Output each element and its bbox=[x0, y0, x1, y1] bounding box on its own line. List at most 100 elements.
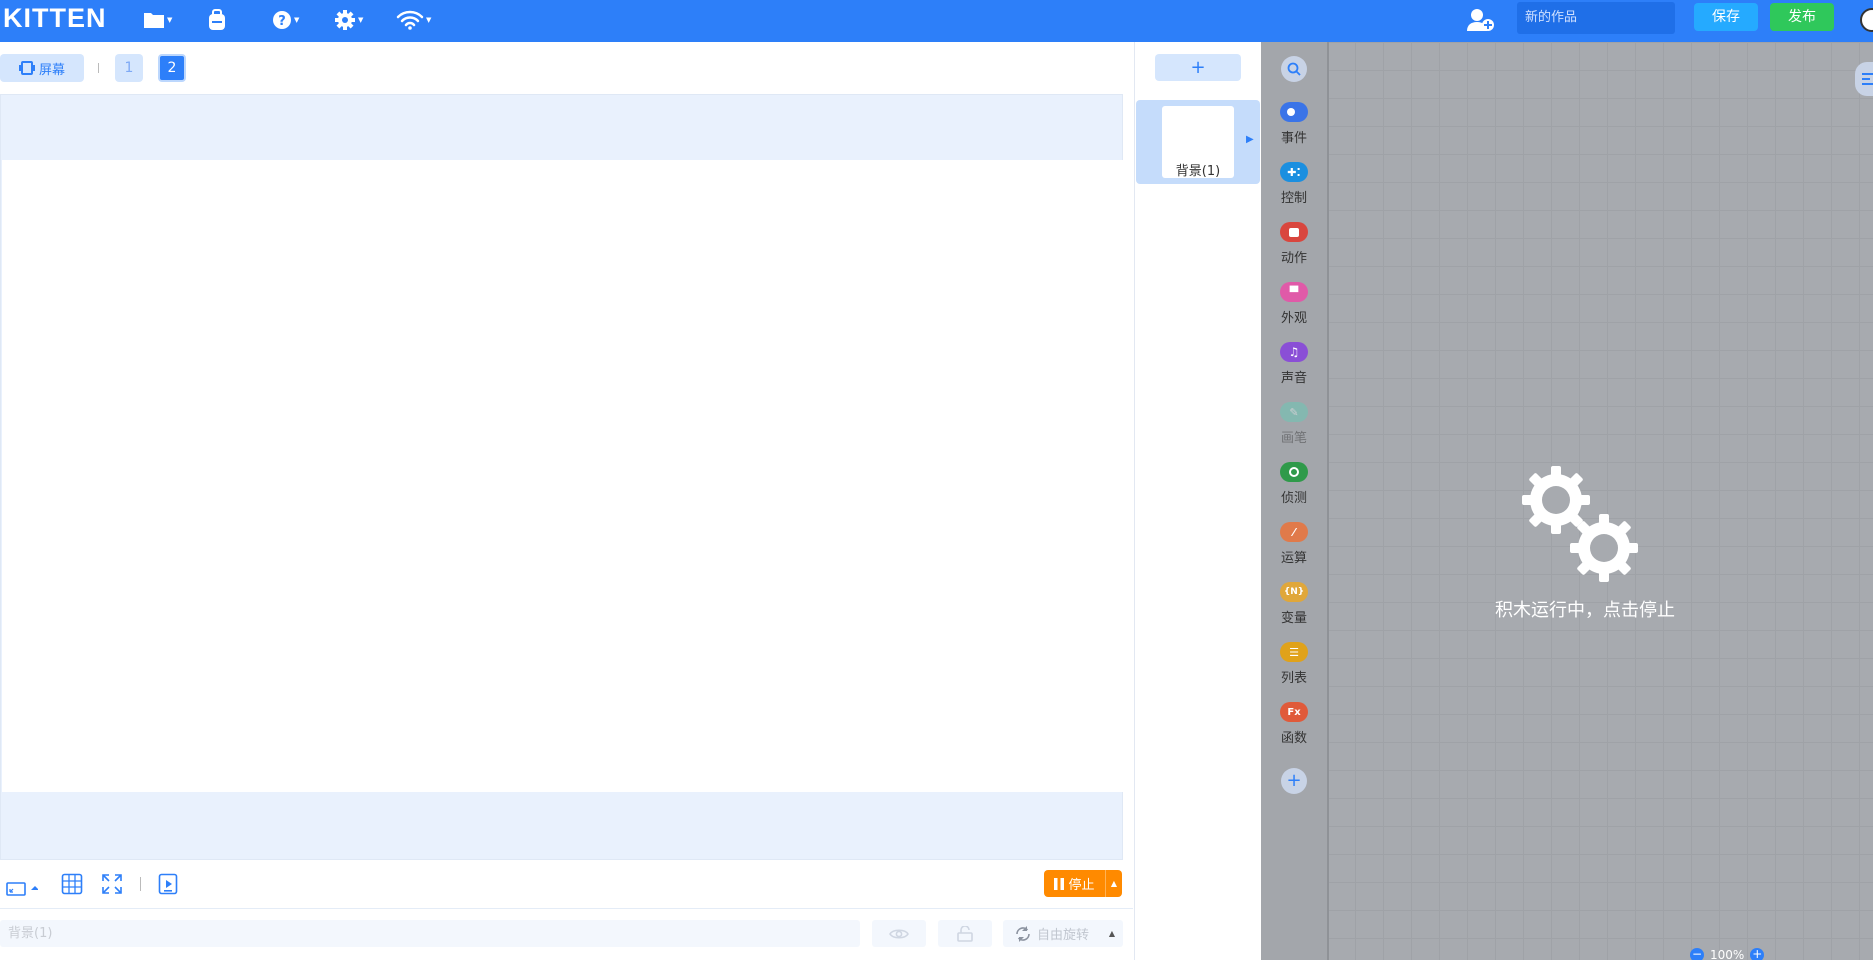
screen-icon bbox=[18, 61, 35, 75]
category-sound[interactable]: ♫ 声音 bbox=[1261, 342, 1327, 392]
rotation-mode-label: 自由旋转 bbox=[1037, 928, 1090, 943]
operator-icon: ⁄ bbox=[1280, 522, 1308, 542]
publish-button[interactable]: 发布 bbox=[1770, 3, 1834, 31]
category-sensing[interactable]: 侦测 bbox=[1261, 462, 1327, 512]
shirt-icon: ▀ bbox=[1280, 282, 1308, 302]
search-icon bbox=[1287, 62, 1301, 76]
rotation-mode-select[interactable]: 自由旋转 ▲ bbox=[1003, 920, 1123, 947]
page-tab-2[interactable]: 2 bbox=[158, 54, 186, 82]
block-category-bar: 事件 ✚⁚ 控制 动作 ▀ 外观 ♫ 声音 ✎ 画笔 侦测 ⁄ 运算 {N} 变… bbox=[1261, 42, 1327, 960]
visibility-button[interactable] bbox=[872, 920, 926, 947]
category-event[interactable]: 事件 bbox=[1261, 102, 1327, 152]
variable-icon: {N} bbox=[1280, 582, 1308, 602]
category-label: 事件 bbox=[1280, 131, 1307, 146]
zoom-level: 100% bbox=[1710, 948, 1745, 960]
screen-button[interactable]: 屏幕 bbox=[0, 54, 84, 82]
category-label: 函数 bbox=[1280, 731, 1307, 746]
sensor-icon bbox=[1280, 462, 1308, 482]
music-icon: ♫ bbox=[1280, 342, 1308, 362]
zoom-controls: − 100% + bbox=[1690, 948, 1765, 960]
page-tab-1[interactable]: 1 bbox=[115, 54, 143, 82]
divider bbox=[140, 877, 141, 891]
save-button[interactable]: 保存 bbox=[1694, 3, 1758, 31]
category-label: 外观 bbox=[1280, 311, 1307, 326]
workspace-toolbox-toggle[interactable] bbox=[1855, 62, 1873, 96]
category-label: 变量 bbox=[1280, 611, 1307, 626]
chevron-up-icon: ▲ bbox=[1108, 929, 1115, 938]
file-menu[interactable]: ▼ bbox=[143, 6, 172, 34]
wifi-menu[interactable]: ▼ bbox=[396, 6, 431, 34]
category-functions[interactable]: Fx 函数 bbox=[1261, 702, 1327, 752]
category-label: 列表 bbox=[1280, 671, 1307, 686]
grid-button[interactable] bbox=[61, 873, 83, 895]
gamepad-icon: ✚⁚ bbox=[1280, 162, 1308, 182]
divider bbox=[98, 63, 99, 73]
category-label: 运算 bbox=[1280, 551, 1307, 566]
workspace-edge bbox=[1327, 42, 1329, 960]
add-sprite-button[interactable]: + bbox=[1155, 54, 1241, 81]
running-message[interactable]: 积木运行中，点击停止 bbox=[1470, 596, 1700, 622]
sprite-name-input[interactable]: 背景(1) bbox=[0, 920, 860, 947]
divider bbox=[0, 908, 1133, 909]
lock-button[interactable] bbox=[938, 920, 992, 947]
pen-icon: ✎ bbox=[1280, 402, 1308, 422]
robot-icon bbox=[1280, 222, 1308, 242]
screen-label: 屏幕 bbox=[38, 62, 65, 78]
event-icon bbox=[1280, 102, 1308, 122]
category-looks[interactable]: ▀ 外观 bbox=[1261, 282, 1327, 332]
avatar[interactable] bbox=[1860, 8, 1873, 32]
project-title-input[interactable]: 新的作品 bbox=[1517, 2, 1675, 34]
category-control[interactable]: ✚⁚ 控制 bbox=[1261, 162, 1327, 212]
function-icon: Fx bbox=[1280, 702, 1308, 722]
add-extension-button[interactable]: + bbox=[1281, 768, 1307, 794]
zoom-in-button[interactable]: + bbox=[1750, 948, 1765, 960]
eye-icon bbox=[889, 928, 909, 939]
add-collaborator-button[interactable] bbox=[1467, 6, 1495, 34]
help-menu[interactable]: ? ▼ bbox=[272, 6, 299, 34]
fullscreen-button[interactable] bbox=[101, 873, 123, 895]
stage-canvas[interactable] bbox=[2, 160, 1123, 792]
category-label: 侦测 bbox=[1280, 491, 1307, 506]
settings-menu[interactable]: ▼ bbox=[334, 6, 363, 34]
category-pen[interactable]: ✎ 画笔 bbox=[1261, 402, 1327, 452]
grid-icon bbox=[61, 873, 83, 895]
help-icon: ? bbox=[273, 11, 291, 29]
sprite-label: 背景(1) bbox=[1175, 164, 1221, 179]
category-label: 动作 bbox=[1280, 251, 1307, 266]
panel-divider bbox=[1134, 42, 1135, 960]
unlock-icon bbox=[957, 925, 973, 942]
category-label: 声音 bbox=[1280, 371, 1307, 386]
fullscreen-icon bbox=[102, 874, 122, 894]
category-lists[interactable]: ☰ 列表 bbox=[1261, 642, 1327, 692]
stop-label: 停止 bbox=[1068, 878, 1095, 893]
category-operators[interactable]: ⁄ 运算 bbox=[1261, 522, 1327, 572]
menu-icon bbox=[1862, 73, 1873, 85]
wifi-icon bbox=[396, 10, 424, 30]
chevron-up-icon[interactable]: ▲ bbox=[1106, 879, 1122, 888]
preview-button[interactable] bbox=[158, 873, 180, 895]
category-label: 控制 bbox=[1280, 191, 1307, 206]
top-bar: KITTEN ▼ ? ▼ ▼ ▼ 新的作品 保存 发布 bbox=[0, 0, 1873, 42]
block-search-button[interactable] bbox=[1281, 56, 1307, 82]
gears-icon bbox=[1522, 466, 1638, 582]
stage-area bbox=[0, 94, 1123, 860]
list-icon: ☰ bbox=[1280, 642, 1308, 662]
expand-arrow-icon[interactable]: ▶ bbox=[1246, 134, 1254, 145]
category-motion[interactable]: 动作 bbox=[1261, 222, 1327, 272]
settings-icon bbox=[335, 10, 355, 30]
file-icon bbox=[144, 13, 164, 28]
backpack-menu[interactable] bbox=[207, 6, 227, 34]
category-label: 画笔 bbox=[1280, 431, 1307, 446]
screen-size-icon bbox=[6, 882, 39, 896]
category-variables[interactable]: {N} 变量 bbox=[1261, 582, 1327, 632]
zoom-out-button[interactable]: − bbox=[1690, 948, 1704, 960]
screen-size-button[interactable] bbox=[6, 880, 39, 902]
stop-button[interactable]: 停止 ▲ bbox=[1044, 870, 1122, 897]
play-preview-icon bbox=[158, 873, 178, 895]
sprite-card[interactable]: 背景(1) ▶ bbox=[1136, 100, 1260, 184]
app-logo: KITTEN bbox=[3, 3, 107, 33]
rotate-icon bbox=[1016, 925, 1030, 942]
add-user-icon bbox=[1467, 9, 1494, 31]
svg-text:?: ? bbox=[278, 14, 286, 29]
pause-icon bbox=[1054, 877, 1065, 890]
